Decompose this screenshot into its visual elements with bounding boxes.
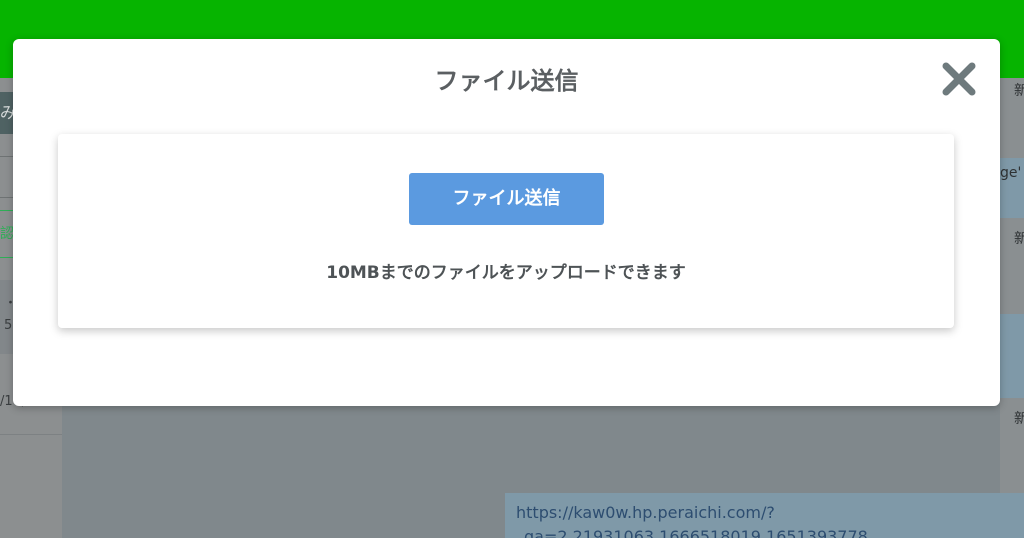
modal-title: ファイル送信 [434, 67, 579, 95]
file-send-modal: ファイル送信 ファイル送信 10MBまでのファイルをアップロードできます [13, 39, 1000, 406]
link-message-line-1: https://kaw0w.hp.peraichi.com/? [516, 503, 775, 522]
list-divider [0, 434, 62, 435]
close-icon[interactable] [939, 59, 979, 99]
upload-size-note: 10MBまでのファイルをアップロードできます [326, 263, 686, 283]
conversation-item-count: 5 [4, 318, 13, 333]
left-search-field [0, 156, 14, 198]
link-message-line-2: _ga=2.21931063.1666518019.1651393778 [516, 527, 868, 538]
right-bubble-text: ge' [1000, 165, 1022, 181]
right-message-char: 新 [1014, 83, 1024, 99]
right-message-char: 新 [1014, 231, 1024, 247]
link-message-bubble: https://kaw0w.hp.peraichi.com/? _ga=2.21… [505, 493, 1024, 538]
upload-card: ファイル送信 10MBまでのファイルをアップロードできます [58, 134, 954, 328]
left-tab-label: み [0, 103, 14, 122]
left-confirm-label: 認 [0, 226, 14, 242]
left-tab: み [0, 92, 14, 134]
file-send-button[interactable]: ファイル送信 [409, 173, 604, 225]
right-message-column: 新 ge' 新 新 [1000, 78, 1024, 538]
right-message-bubble [1000, 314, 1024, 398]
right-message-char: 新 [1014, 411, 1024, 427]
right-message-bubble: ge' [1000, 158, 1024, 218]
close-button[interactable] [939, 59, 979, 99]
